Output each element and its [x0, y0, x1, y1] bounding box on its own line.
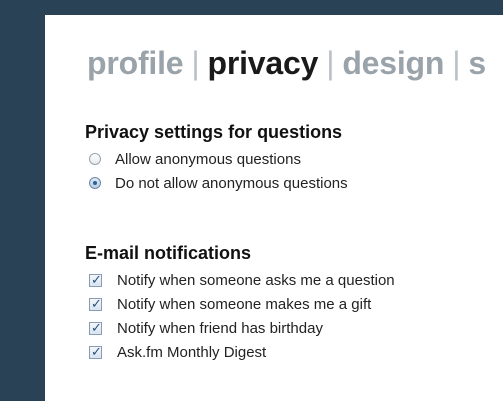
checkbox[interactable]: ✓ — [89, 343, 102, 359]
top-bar — [0, 0, 503, 15]
checkbox-label: Ask.fm Monthly Digest — [117, 343, 267, 361]
check-icon: ✓ — [91, 295, 102, 311]
checkbox-label: Notify when someone asks me a question — [117, 271, 395, 289]
tab-separator: | — [452, 45, 461, 81]
privacy-section-title: Privacy settings for questions — [85, 122, 343, 142]
settings-content: profile | privacy | design | s Privacy setting… — [45, 15, 503, 401]
check-icon: ✓ — [91, 343, 102, 359]
tab-privacy[interactable]: privacy — [208, 45, 319, 81]
email-notifications-section: E-mail notifications ✓ Notify when someo… — [85, 242, 395, 364]
radio-label: Allow anonymous questions — [115, 150, 301, 168]
tab-separator: | — [191, 45, 200, 81]
checkbox[interactable]: ✓ — [89, 271, 102, 287]
radio-label: Do not allow anonymous questions — [115, 174, 348, 192]
radio-button-selected[interactable] — [89, 177, 101, 189]
check-icon: ✓ — [91, 319, 102, 335]
radio-button[interactable] — [89, 153, 101, 165]
tab-separator: | — [326, 45, 335, 81]
tab-design[interactable]: design — [342, 45, 444, 81]
checkbox-label: Notify when friend has birthday — [117, 319, 323, 337]
privacy-section: Privacy settings for questions Allow ano… — [85, 121, 348, 195]
check-icon: ✓ — [91, 271, 102, 287]
checkbox[interactable]: ✓ — [89, 295, 102, 311]
checkbox-row-asks-question[interactable]: ✓ Notify when someone asks me a question — [85, 268, 395, 292]
checkbox-row-monthly-digest[interactable]: ✓ Ask.fm Monthly Digest — [85, 340, 395, 364]
checkbox-label: Notify when someone makes me a gift — [117, 295, 372, 313]
side-panel — [0, 15, 45, 401]
tab-truncated[interactable]: s — [468, 45, 486, 81]
radio-disallow-anonymous[interactable]: Do not allow anonymous questions — [85, 171, 348, 195]
settings-tabs: profile | privacy | design | s — [87, 44, 486, 82]
settings-page: profile | privacy | design | s Privacy setting… — [0, 0, 503, 401]
email-notifications-title: E-mail notifications — [85, 243, 252, 263]
radio-allow-anonymous[interactable]: Allow anonymous questions — [85, 147, 348, 171]
checkbox-row-birthday[interactable]: ✓ Notify when friend has birthday — [85, 316, 395, 340]
tab-profile[interactable]: profile — [87, 45, 184, 81]
checkbox[interactable]: ✓ — [89, 319, 102, 335]
checkbox-row-gift[interactable]: ✓ Notify when someone makes me a gift — [85, 292, 395, 316]
